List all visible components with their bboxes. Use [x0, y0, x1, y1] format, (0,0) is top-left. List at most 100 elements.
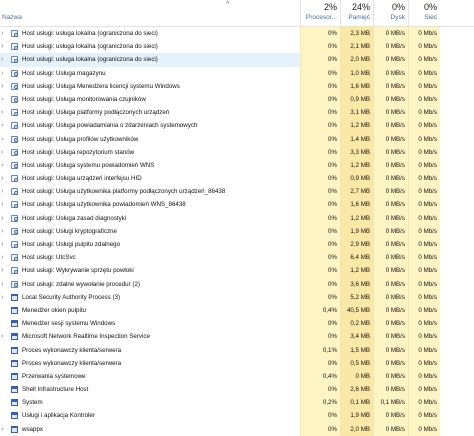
process-name-cell[interactable]: Menedżer okien pulpitu [0, 304, 300, 317]
expand-chevron-icon[interactable]: › [1, 159, 7, 172]
expand-chevron-icon[interactable]: › [1, 264, 7, 277]
process-name-cell[interactable]: › Host usługi: Usługa monitorowania czujn… [0, 93, 300, 106]
process-name: Proces wykonawczy klienta/serwera [22, 346, 122, 354]
expand-chevron-icon[interactable]: › [1, 225, 7, 238]
process-row[interactable]: Proces wykonawczy klienta/serwera 0% 0,5 M… [0, 356, 474, 370]
process-name-cell[interactable]: › Host usługi: Usługa magazynu [0, 67, 300, 80]
gear-icon [11, 56, 18, 64]
process-row[interactable]: Menedżer okien pulpitu 0,4% 40,5 MB 0 MB/s 0… [0, 303, 474, 318]
process-name-cell[interactable]: Proces wykonawczy klienta/serwera [0, 357, 300, 370]
expand-chevron-icon[interactable]: › [1, 238, 7, 251]
expand-chevron-icon[interactable]: › [1, 67, 7, 80]
process-name-cell[interactable]: Menedżer sesji systemu Windows [0, 317, 300, 330]
process-name-cell[interactable]: › Host usługi: Usługa urządzeń interfejsu… [0, 172, 300, 185]
process-row[interactable]: › Host usługi: Wykrywanie sprzętu powłoki… [0, 264, 474, 278]
process-row[interactable]: Shell Infrastructure Host 0% 2,6 MB 0 MB/s 0… [0, 383, 474, 397]
process-row[interactable]: › Host usługi: usługa lokalna (ograniczon… [0, 27, 474, 41]
process-row[interactable]: › Host usługi: Usługi pulpitu zdalnego 0% 2… [0, 238, 474, 252]
expand-chevron-icon[interactable]: › [1, 291, 7, 304]
expand-chevron-icon[interactable]: › [1, 278, 7, 291]
expand-chevron-icon[interactable]: › [1, 212, 7, 225]
expand-chevron-icon[interactable]: › [1, 146, 7, 159]
process-row[interactable]: › Host usługi: Usługa powiadamiania o zda… [0, 119, 474, 133]
process-name-cell[interactable]: › wsappx [0, 423, 300, 436]
process-row[interactable]: › Local Security Authority Process (3) 0% 5… [0, 290, 474, 304]
process-row[interactable]: Usługi i aplikacja Kontroler 0% 1,9 MB 0 MB… [0, 409, 474, 423]
process-row[interactable]: Proces wykonawczy klienta/serwera 0,1% 1,5… [0, 343, 474, 357]
expand-chevron-icon[interactable]: › [1, 251, 7, 264]
process-row[interactable]: › Host usługi: Usługa platformy podłączon… [0, 106, 474, 120]
column-header-memory[interactable]: 24% Pamięć [340, 0, 373, 26]
expand-chevron-icon[interactable]: › [1, 423, 7, 436]
expand-chevron-icon[interactable]: › [1, 80, 7, 93]
expand-chevron-icon[interactable]: › [1, 93, 7, 106]
disk-value: 0 MB/s [373, 198, 408, 212]
process-row[interactable]: › Host usługi: Usługa repozytorium stanów… [0, 145, 474, 159]
process-name-cell[interactable]: › Host usługi: Usługa zasad diagnostyki [0, 212, 300, 225]
process-row[interactable]: › Host usługi: Usługa Menedżera licencji … [0, 79, 474, 93]
process-row[interactable]: › Host usługi: Usługa zasad diagnostyki 0%… [0, 211, 474, 225]
process-name-cell[interactable]: Shell Infrastructure Host [0, 383, 300, 396]
process-row[interactable]: › Host usługi: zdalne wywołanie procedur … [0, 277, 474, 291]
process-name-cell[interactable]: › Host usługi: Usługa repozytorium stanów [0, 146, 300, 159]
process-row[interactable]: › Host usługi: Usługa użytkownika powiado… [0, 198, 474, 212]
expand-chevron-icon[interactable]: › [1, 119, 7, 132]
expand-chevron-icon[interactable]: › [1, 40, 7, 53]
process-name-cell[interactable]: › Host usługi: UtcSvc [0, 251, 300, 264]
process-name-cell[interactable]: Usługi i aplikacja Kontroler [0, 409, 300, 422]
process-row[interactable]: Przerwania systemowe 0,4% 0 MB 0 MB/s 0 Mb/s [0, 369, 474, 384]
network-value: 0 Mb/s [408, 409, 440, 423]
process-name-cell[interactable]: › Host usługi: usługa lokalna (ograniczon… [0, 53, 300, 67]
process-row[interactable]: › Host usługi: Usługa użytkownika platfor… [0, 185, 474, 199]
process-row[interactable]: › Host usługi: Usługa monitorowania czujn… [0, 92, 474, 107]
process-name-cell[interactable]: › Local Security Authority Process (3) [0, 291, 300, 304]
process-name-cell[interactable]: › Microsoft Network Realtime Inspection S… [0, 330, 300, 343]
expand-chevron-icon[interactable]: › [1, 330, 7, 343]
process-row[interactable]: › Host usługi: usługa lokalna (ograniczon… [0, 40, 474, 54]
process-row[interactable]: › Host usługi: Usługa systemu powiadomień… [0, 158, 474, 173]
column-header-disk[interactable]: 0% Dysk [373, 0, 408, 26]
gear-icon [11, 280, 18, 288]
expand-chevron-icon[interactable]: › [1, 53, 7, 66]
sort-arrow-icon[interactable]: ^ [226, 1, 229, 8]
process-name-cell[interactable]: › Host usługi: usługa lokalna (ograniczon… [0, 27, 300, 40]
process-row[interactable]: › Microsoft Network Realtime Inspection S… [0, 330, 474, 344]
expand-chevron-icon[interactable]: › [1, 27, 7, 40]
gear-icon [11, 43, 18, 51]
expand-chevron-icon[interactable]: › [1, 106, 7, 119]
process-name-cell[interactable]: › Host usługi: Usługi pulpitu zdalnego [0, 238, 300, 251]
process-row[interactable]: › Host usługi: Usługa profilów użytkownik… [0, 132, 474, 146]
process-name-cell[interactable]: › Host usługi: Usługi kryptograficzne [0, 225, 300, 238]
process-row[interactable]: › Host usługi: Usługi kryptograficzne 0% 1,… [0, 224, 474, 238]
process-name-cell[interactable]: › Host usługi: Usługa użytkownika powiado… [0, 198, 300, 211]
process-name-cell[interactable]: › Host usługi: Usługa systemu powiadomień… [0, 159, 300, 172]
process-row[interactable]: › Host usługi: UtcSvc 0% 6,4 MB 0 MB/s 0 Mb/s [0, 251, 474, 265]
network-value: 0 Mb/s [408, 132, 440, 146]
process-name-cell[interactable]: › Host usługi: Usługa platformy podłączon… [0, 106, 300, 119]
process-row[interactable]: Menedżer sesji systemu Windows 0% 0,2 MB 0 … [0, 317, 474, 331]
process-name-cell[interactable]: System [0, 396, 300, 409]
column-header-name[interactable]: Nazwa [2, 14, 22, 21]
process-row[interactable]: › Host usługi: Usługa urządzeń interfejsu… [0, 172, 474, 186]
expand-chevron-icon[interactable]: › [1, 198, 7, 211]
expand-chevron-icon[interactable]: › [1, 172, 7, 185]
column-header-network[interactable]: 0% Sieć [408, 0, 440, 26]
process-name-cell[interactable]: Przerwania systemowe [0, 370, 300, 383]
process-name-cell[interactable]: › Host usługi: Usługa powiadamiania o zda… [0, 119, 300, 132]
expand-chevron-icon[interactable]: › [1, 133, 7, 146]
process-row[interactable]: › Host usługi: usługa lokalna (ograniczon… [0, 53, 474, 67]
expand-chevron-icon[interactable]: › [1, 185, 7, 198]
column-header-cpu[interactable]: 2% Procesor... [300, 0, 340, 26]
process-name-cell[interactable]: › Host usługi: Usługa profilów użytkownik… [0, 133, 300, 146]
process-row[interactable]: › wsappx 0% 2,0 MB 0 MB/s 0 Mb/s [0, 422, 474, 436]
process-row[interactable]: System 0,2% 0,1 MB 0,1 MB/s 0 Mb/s [0, 396, 474, 410]
process-name-cell[interactable]: › Host usługi: usługa lokalna (ograniczon… [0, 40, 300, 53]
process-name-cell[interactable]: Proces wykonawczy klienta/serwera [0, 344, 300, 357]
process-row[interactable]: › Host usługi: Usługa magazynu 0% 1,0 MB 0 M… [0, 66, 474, 80]
process-name-cell[interactable]: › Host usługi: Wykrywanie sprzętu powłoki [0, 264, 300, 277]
process-name-cell[interactable]: › Host usługi: zdalne wywołanie procedur … [0, 278, 300, 291]
process-name-cell[interactable]: › Host usługi: Usługa użytkownika platfor… [0, 185, 300, 198]
memory-value: 3,4 MB [340, 330, 373, 344]
process-name-cell[interactable]: › Host usługi: Usługa Menedżera licencji … [0, 80, 300, 93]
disk-value: 0 MB/s [373, 66, 408, 80]
